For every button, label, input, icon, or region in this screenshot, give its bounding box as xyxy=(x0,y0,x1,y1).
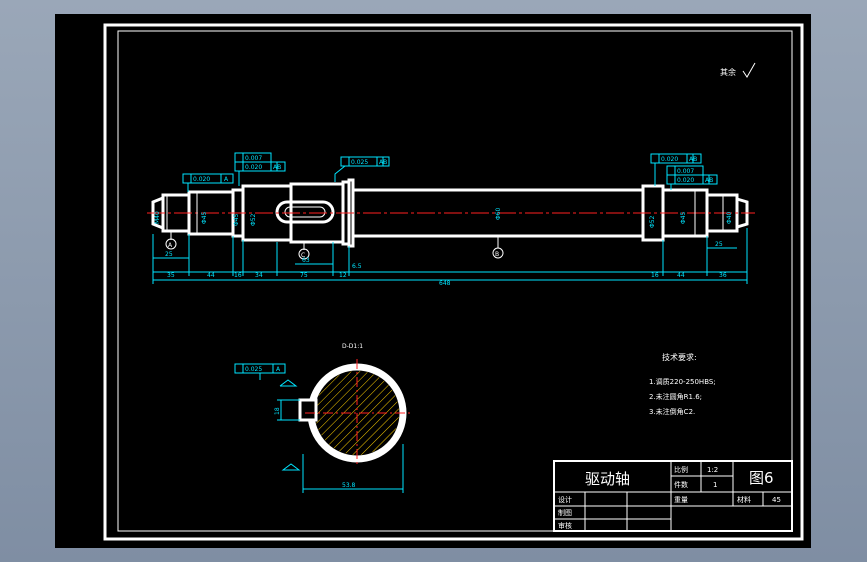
dim-total: 648 xyxy=(439,280,451,287)
dia-52: Φ52 xyxy=(250,213,257,226)
dim-36-r: 36 xyxy=(719,272,727,279)
material-value: 45 xyxy=(772,496,781,504)
dia-45-a: Φ45 xyxy=(201,211,208,224)
dim-44-r: 44 xyxy=(677,272,685,279)
cad-drawing: 其余 M40 Φ45 Φ45 Φ52 Φ60 Φ52 Φ45 Φ40 0.020… xyxy=(103,23,804,541)
tol-right-2: 0.020 xyxy=(677,177,694,184)
dia-45-b: Φ45 xyxy=(233,213,240,226)
tech-item-2: 2.未注圆角R1.6; xyxy=(649,392,702,401)
designer-label: 设计 xyxy=(558,495,572,504)
dim-16: 16 xyxy=(234,272,242,279)
dim-12: 12 xyxy=(339,272,347,279)
scale-label: 比例 xyxy=(674,465,688,474)
inner-frame xyxy=(117,30,793,532)
dia-52-r: Φ52 xyxy=(649,215,656,228)
section-parallel: 0.025 xyxy=(245,366,262,373)
dim-35: 35 xyxy=(167,272,175,279)
weight-label: 重量 xyxy=(674,496,688,504)
tech-title: 技术要求: xyxy=(662,352,697,362)
keyway xyxy=(275,200,335,224)
tol-left-1-ref: A xyxy=(224,176,229,183)
dim-65: 6.5 xyxy=(352,263,362,270)
qty-label: 件数 xyxy=(674,480,688,489)
dia-40-r: Φ40 xyxy=(726,211,733,224)
surface-finish-note: 其余 xyxy=(720,67,736,77)
tol-left-2-ref: AB xyxy=(273,164,281,171)
datum-a: A xyxy=(168,242,173,249)
dim-63: 63 xyxy=(302,257,310,264)
diameter-labels: M40 Φ45 Φ45 Φ52 Φ60 Φ52 Φ45 Φ40 xyxy=(154,207,733,228)
reviewer-label: 审核 xyxy=(558,521,572,530)
section-view xyxy=(298,359,411,466)
section-key-width: 18 xyxy=(274,407,281,415)
tol-right-cyl: 0.007 xyxy=(677,168,694,175)
tol-mid: 0.025 xyxy=(351,159,368,166)
drawing-number: 图6 xyxy=(749,469,774,487)
tol-right-1-ref: AB xyxy=(689,156,697,163)
dia-m40: M40 xyxy=(154,211,161,224)
section-parallel-ref: A xyxy=(276,366,281,373)
tech-item-3: 3.未注倒角C2. xyxy=(649,407,695,416)
tol-left-1: 0.020 xyxy=(193,176,210,183)
drafter-label: 制图 xyxy=(558,508,572,517)
tol-right-1: 0.020 xyxy=(661,156,678,163)
datum-b: B xyxy=(495,251,499,258)
tol-mid-ref: AB xyxy=(379,159,387,166)
qty-value: 1 xyxy=(713,481,717,489)
dim-16-r: 16 xyxy=(651,272,659,279)
material-label: 材料 xyxy=(737,495,751,504)
dia-60: Φ60 xyxy=(495,207,502,220)
dim-25-right: 25 xyxy=(715,241,723,248)
dim-75: 75 xyxy=(300,272,308,279)
dim-44: 44 xyxy=(207,272,215,279)
tol-right-2-ref: AB xyxy=(705,177,713,184)
section-title: D-D1:1 xyxy=(342,343,363,350)
dim-34: 34 xyxy=(255,272,263,279)
tech-item-1: 1.调质220-250HBS; xyxy=(649,377,716,386)
dim-25-left: 25 xyxy=(165,251,173,258)
cad-viewport[interactable]: 其余 M40 Φ45 Φ45 Φ52 Φ60 Φ52 Φ45 Φ40 0.020… xyxy=(55,14,811,548)
tol-left-2: 0.020 xyxy=(245,164,262,171)
tol-left-cyl: 0.007 xyxy=(245,155,262,162)
part-name: 驱动轴 xyxy=(585,470,630,488)
section-depth: 53.8 xyxy=(342,482,356,489)
scale-value: 1:2 xyxy=(707,466,718,474)
roughness-symbol-icon xyxy=(742,62,756,78)
dia-45-r: Φ45 xyxy=(680,211,687,224)
